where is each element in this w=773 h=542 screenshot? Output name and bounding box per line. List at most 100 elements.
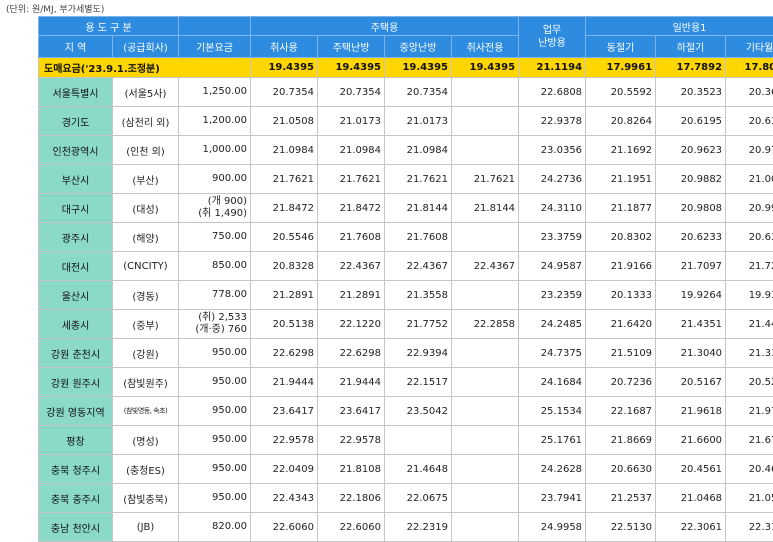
header-other-months: 기타월 xyxy=(726,36,773,58)
base-fee-cell: 900.00 xyxy=(179,165,251,194)
base-fee-line: 750.00 xyxy=(182,231,247,243)
supplier-cell: (해양) xyxy=(113,223,179,252)
rate-cell xyxy=(452,223,519,252)
rate-cell: 21.2891 xyxy=(251,281,318,310)
supplier-cell: (대성) xyxy=(113,194,179,223)
rate-cell: 20.5293 xyxy=(726,368,773,397)
header-cooking-only: 취사전용 xyxy=(452,36,519,58)
region-cell: 광주시 xyxy=(39,223,113,252)
base-fee-line: (취 1,490) xyxy=(182,208,247,220)
header-winter: 동절기 xyxy=(586,36,656,58)
wholesale-price-value: 19.4395 xyxy=(452,58,519,78)
wholesale-price-row: 도매요금('23.9.1.조정분) 19.4395 19.4395 19.439… xyxy=(39,58,773,78)
region-cell: 평창 xyxy=(39,426,113,455)
rate-cell: 23.3759 xyxy=(519,223,586,252)
rate-cell: 20.4561 xyxy=(656,455,726,484)
base-fee-line: 778.00 xyxy=(182,289,247,301)
base-fee-line: (취) 2,533 xyxy=(182,312,247,324)
table-row: 강원 원주시(참빛원주)950.0021.944421.944422.15172… xyxy=(39,368,773,397)
table-row: 충북 청주시(충청ES)950.0022.040921.810821.46482… xyxy=(39,455,773,484)
region-cell: 인천광역시 xyxy=(39,136,113,165)
header-blank xyxy=(179,17,251,36)
rate-cell: 21.7608 xyxy=(385,223,452,252)
rate-cell: 19.9390 xyxy=(726,281,773,310)
rate-cell: 23.7941 xyxy=(519,484,586,513)
header-use-class: 용 도 구 분 xyxy=(39,17,179,36)
base-fee-line: 1,200.00 xyxy=(182,115,247,127)
supplier-cell: (부산) xyxy=(113,165,179,194)
base-fee-line: 950.00 xyxy=(182,463,247,475)
wholesale-price-value: 19.4395 xyxy=(318,58,385,78)
rate-cell: 20.7354 xyxy=(251,78,318,107)
rate-cell: 20.9623 xyxy=(656,136,726,165)
region-cell: 서울특별시 xyxy=(39,78,113,107)
wholesale-price-value: 21.1194 xyxy=(519,58,586,78)
region-cell: 부산시 xyxy=(39,165,113,194)
rate-cell: 21.0468 xyxy=(656,484,726,513)
rate-cell: 20.9808 xyxy=(656,194,726,223)
table-row: 인천광역시(인천 외)1,000.0021.098421.098421.0984… xyxy=(39,136,773,165)
table-row: 대구시(대성)(개 900)(취 1,490)21.847221.847221.… xyxy=(39,194,773,223)
rate-cell: 24.2628 xyxy=(519,455,586,484)
rate-cell: 21.3040 xyxy=(656,339,726,368)
region-cell: 경기도 xyxy=(39,107,113,136)
rate-cell: 21.8144 xyxy=(385,194,452,223)
base-fee-cell: 1,000.00 xyxy=(179,136,251,165)
rate-cell xyxy=(452,281,519,310)
rate-cell: 24.2736 xyxy=(519,165,586,194)
header-general: 일반용1 xyxy=(586,17,773,36)
base-fee-cell: 950.00 xyxy=(179,339,251,368)
rate-cell: 22.4343 xyxy=(251,484,318,513)
rate-cell: 21.1692 xyxy=(586,136,656,165)
region-cell: 대전시 xyxy=(39,252,113,281)
wholesale-price-value: 19.4395 xyxy=(385,58,452,78)
supplier-cell: (삼천리 외) xyxy=(113,107,179,136)
base-fee-line: 950.00 xyxy=(182,376,247,388)
base-fee-line: 900.00 xyxy=(182,173,247,185)
region-cell: 세종시 xyxy=(39,310,113,339)
region-cell: 충남 천안시 xyxy=(39,513,113,542)
rate-cell: 24.9958 xyxy=(519,513,586,542)
header-home-heating: 주택난방 xyxy=(318,36,385,58)
rate-cell: 20.6195 xyxy=(656,107,726,136)
base-fee-cell: 750.00 xyxy=(179,223,251,252)
rate-cell: 21.0984 xyxy=(251,136,318,165)
header-row-1: 용 도 구 분 주택용 업무 난방용 일반용1 xyxy=(39,17,773,36)
rate-cell: 24.3110 xyxy=(519,194,586,223)
rate-cell: 20.7236 xyxy=(586,368,656,397)
rate-cell: 20.6359 xyxy=(726,223,773,252)
rate-cell: 22.2858 xyxy=(452,310,519,339)
supplier-cell: (중부) xyxy=(113,310,179,339)
rate-cell: 20.4687 xyxy=(726,455,773,484)
rate-cell: 20.9882 xyxy=(656,165,726,194)
base-fee-cell: 1,250.00 xyxy=(179,78,251,107)
rate-cell xyxy=(452,136,519,165)
rate-cell: 21.7097 xyxy=(656,252,726,281)
rate-cell xyxy=(452,513,519,542)
rate-cell: 21.2537 xyxy=(586,484,656,513)
base-fee-cell: 950.00 xyxy=(179,455,251,484)
rate-cell: 24.9587 xyxy=(519,252,586,281)
rate-cell: 25.1761 xyxy=(519,426,586,455)
rate-cell: 21.8472 xyxy=(318,194,385,223)
rate-cell: 24.7375 xyxy=(519,339,586,368)
rate-cell: 21.8472 xyxy=(251,194,318,223)
rate-cell xyxy=(452,107,519,136)
rate-cell: 20.9749 xyxy=(726,136,773,165)
rate-cell: 23.6417 xyxy=(251,397,318,426)
unit-note: (단위: 원/MJ, 부가세별도) xyxy=(6,2,104,15)
rate-cell: 22.4367 xyxy=(318,252,385,281)
header-business-heating: 업무 난방용 xyxy=(519,17,586,58)
rate-cell: 22.9578 xyxy=(318,426,385,455)
rate-cell: 21.4648 xyxy=(385,455,452,484)
supplier-cell: (충청ES) xyxy=(113,455,179,484)
base-fee-cell: (취) 2,533(개·중) 760 xyxy=(179,310,251,339)
table-row: 광주시(해양)750.0020.554621.760821.760823.375… xyxy=(39,223,773,252)
rate-cell: 22.9578 xyxy=(251,426,318,455)
rate-cell: 21.0173 xyxy=(318,107,385,136)
table-row: 평창(명성)950.0022.957822.957825.176121.8669… xyxy=(39,426,773,455)
table-row: 충남 천안시(JB)820.0022.606022.606022.231924.… xyxy=(39,513,773,542)
rate-cell xyxy=(452,397,519,426)
table-row: 충북 충주시(참빛충북)950.0022.434322.180622.06752… xyxy=(39,484,773,513)
table-row: 경기도(삼천리 외)1,200.0021.050821.017321.01732… xyxy=(39,107,773,136)
